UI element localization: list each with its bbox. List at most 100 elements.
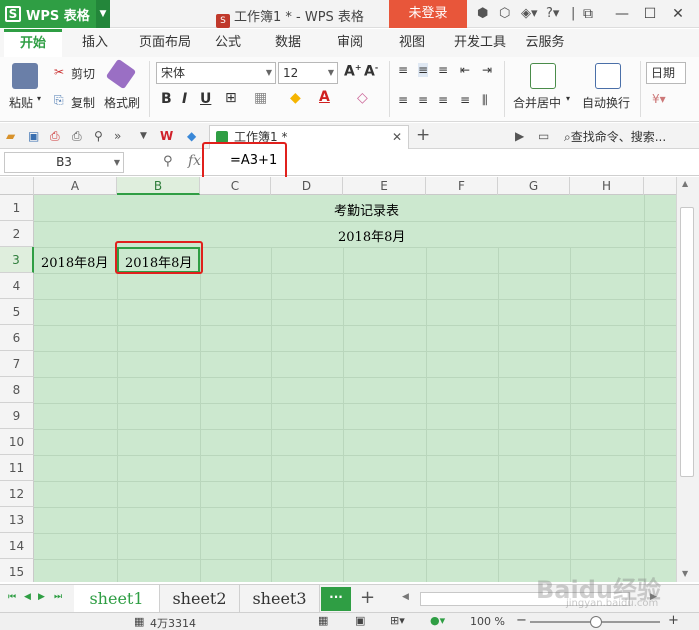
font-name-select[interactable]: 宋体 ▼ <box>156 62 276 84</box>
row-header[interactable]: 10 <box>0 429 34 455</box>
column-header[interactable]: B <box>117 177 200 195</box>
restore-icon[interactable]: ⧉ <box>578 4 598 24</box>
sheet-tab[interactable]: sheet3 <box>240 585 320 613</box>
next-sheet-icon[interactable]: ▶ <box>38 592 45 602</box>
paste-button[interactable]: 粘贴 <box>9 94 33 111</box>
skin-icon[interactable]: ⬢ <box>477 6 488 21</box>
scroll-left-icon[interactable]: ◀ <box>402 592 409 602</box>
font-size-select[interactable]: 12 ▼ <box>278 62 338 84</box>
brush-icon[interactable] <box>105 58 137 90</box>
tab-review[interactable]: 审阅 <box>330 29 370 57</box>
zoom-level[interactable]: 100 % <box>470 615 505 628</box>
cell-e2[interactable]: 2018年8月 <box>338 226 405 245</box>
zoom-out-icon[interactable]: − <box>516 613 527 628</box>
chevron-down-icon[interactable]: ▾ <box>37 94 41 103</box>
scroll-up-icon[interactable]: ▲ <box>682 179 688 188</box>
add-sheet-icon[interactable]: + <box>360 587 375 608</box>
row-header[interactable]: 15 <box>0 559 34 582</box>
name-box[interactable]: B3 ▼ <box>4 152 124 173</box>
zoom-in-icon[interactable]: + <box>668 613 679 628</box>
column-header[interactable]: C <box>200 177 271 195</box>
zoom-slider-handle[interactable] <box>590 616 602 628</box>
column-header[interactable]: H <box>570 177 644 195</box>
layout-view-icon[interactable]: ⊞▾ <box>390 614 405 627</box>
last-sheet-icon[interactable]: ⏭ <box>54 592 62 602</box>
maximize-icon[interactable]: ☐ <box>640 4 660 24</box>
open-folder-icon[interactable]: ▰ <box>6 129 15 143</box>
tab-insert[interactable]: 插入 <box>72 29 118 57</box>
tab-view[interactable]: 视图 <box>392 29 432 57</box>
tab-data[interactable]: 数据 <box>268 29 308 57</box>
cube-icon[interactable]: ◆ <box>187 129 196 143</box>
select-all-corner[interactable] <box>0 177 34 195</box>
row-header[interactable]: 3 <box>0 247 34 273</box>
tab-formulas[interactable]: 公式 <box>208 29 248 57</box>
minimize-icon[interactable]: — <box>612 4 632 24</box>
more-icon[interactable]: » <box>114 129 121 143</box>
merge-center-button[interactable]: 合并居中 <box>513 94 561 111</box>
align-bottom-icon[interactable]: ≡ <box>438 63 448 77</box>
column-header[interactable]: F <box>426 177 498 195</box>
row-header[interactable]: 12 <box>0 481 34 507</box>
indent-icon[interactable]: ⇤ <box>460 63 470 77</box>
column-header[interactable]: E <box>343 177 426 195</box>
border-icon[interactable]: ⊞ <box>225 90 237 106</box>
row-header[interactable]: 5 <box>0 299 34 325</box>
row-header[interactable]: 2 <box>0 221 34 247</box>
underline-icon[interactable]: U <box>200 91 211 107</box>
zoom-icon[interactable]: ⚲ <box>163 154 173 169</box>
cell-e1[interactable]: 考勤记录表 <box>334 200 399 219</box>
export-pdf-icon[interactable]: ⎙ <box>50 129 60 144</box>
more-sheets-button[interactable]: ··· <box>321 587 351 611</box>
row-header[interactable]: 4 <box>0 273 34 299</box>
cell-a3[interactable]: 2018年8月 <box>41 252 108 271</box>
prev-sheet-icon[interactable]: ◀ <box>24 592 31 602</box>
row-header[interactable]: 8 <box>0 377 34 403</box>
page-view-icon[interactable]: ▣ <box>355 614 365 627</box>
caret-down-icon[interactable]: ▼ <box>96 0 110 28</box>
login-button[interactable]: 未登录 <box>389 0 467 28</box>
align-center-icon[interactable]: ≡ <box>418 93 428 107</box>
settings-icon[interactable]: ⬡ <box>499 6 510 21</box>
align-top-icon[interactable]: ≡ <box>398 63 408 77</box>
command-search[interactable]: ⌕查找命令、搜索... <box>564 128 666 145</box>
row-header[interactable]: 14 <box>0 533 34 559</box>
column-header[interactable]: G <box>498 177 570 195</box>
wps-home-icon[interactable]: W <box>160 129 173 143</box>
new-tab-icon[interactable]: + <box>416 125 430 145</box>
first-sheet-icon[interactable]: ⏮ <box>8 592 16 602</box>
clipboard-icon[interactable] <box>12 63 38 89</box>
close-icon[interactable]: ✕ <box>392 126 402 148</box>
justify-icon[interactable]: ≡ <box>460 93 470 107</box>
scroll-down-icon[interactable]: ▼ <box>682 569 688 578</box>
vertical-scrollbar[interactable]: ▲ ▼ <box>676 177 699 582</box>
clear-format-icon[interactable]: ◇ <box>357 90 368 106</box>
wrap-text-icon[interactable] <box>595 63 621 89</box>
tab-home[interactable]: 开始 <box>4 29 62 57</box>
italic-icon[interactable]: I <box>182 91 187 107</box>
wrap-text-button[interactable]: 自动换行 <box>582 94 630 111</box>
row-header[interactable]: 9 <box>0 403 34 429</box>
screen-icon[interactable]: ▭ <box>538 129 549 143</box>
row-header[interactable]: 11 <box>0 455 34 481</box>
currency-icon[interactable]: ¥▾ <box>652 92 666 106</box>
function-icon[interactable]: fx <box>188 153 201 169</box>
eye-care-icon[interactable]: ●▾ <box>430 614 445 627</box>
tab-page-layout[interactable]: 页面布局 <box>130 29 200 57</box>
help-icon[interactable]: ?▾ <box>546 6 559 21</box>
outdent-icon[interactable]: ⇥ <box>482 63 492 77</box>
column-header[interactable]: A <box>34 177 117 195</box>
video-icon[interactable]: ▶ <box>515 129 524 143</box>
spreadsheet-grid[interactable]: A B C D E F G H 1 2 3 4 5 6 7 8 9 10 11 … <box>0 177 676 582</box>
align-middle-icon[interactable]: ≡ <box>418 63 429 77</box>
row-header[interactable]: 6 <box>0 325 34 351</box>
format-painter-button[interactable]: 格式刷 <box>104 94 140 111</box>
number-format-select[interactable]: 日期 <box>646 62 686 84</box>
font-color-icon[interactable]: A <box>319 89 330 105</box>
print-icon[interactable]: ⎙ <box>72 129 82 144</box>
cut-button[interactable]: 剪切 <box>71 65 95 82</box>
copy-button[interactable]: 复制 <box>71 94 95 111</box>
print-preview-icon[interactable]: ⚲ <box>94 129 103 143</box>
decrease-font-icon[interactable]: A- <box>364 63 378 80</box>
align-left-icon[interactable]: ≡ <box>398 93 408 107</box>
